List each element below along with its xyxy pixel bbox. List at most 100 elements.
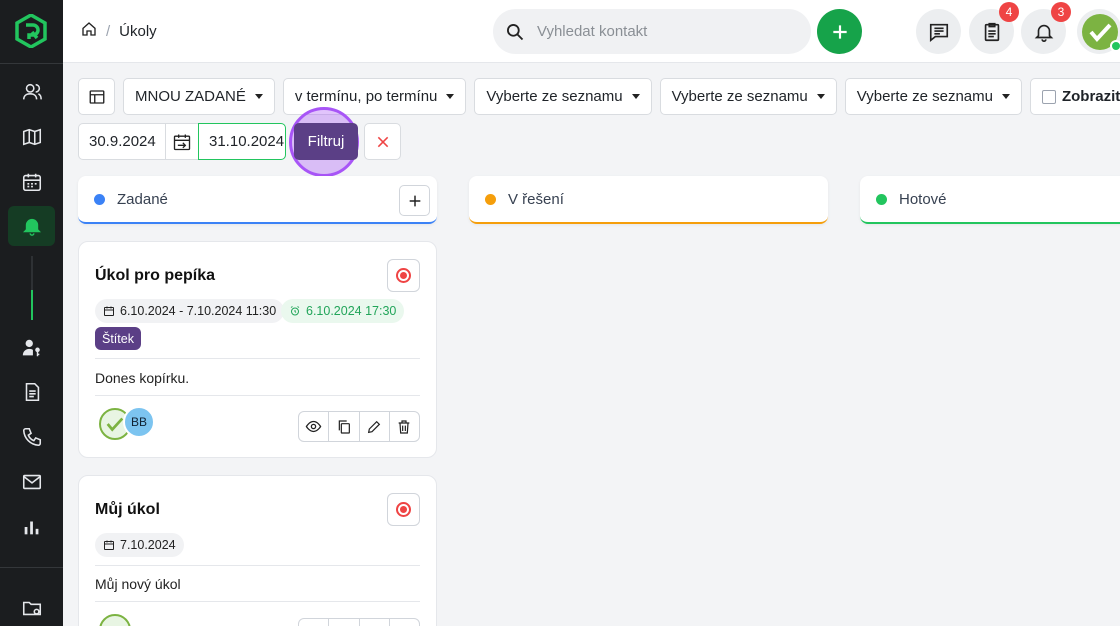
reminder-chip: 6.10.2024 17:30 bbox=[281, 299, 405, 323]
status-dot bbox=[876, 193, 887, 205]
priority-button[interactable] bbox=[387, 493, 420, 526]
sidebar-item-contacts[interactable] bbox=[8, 72, 55, 112]
calendar-icon bbox=[22, 173, 41, 192]
assigned-filter-select[interactable]: MNOU ZADANÉ bbox=[123, 78, 275, 115]
list-filter-select-3[interactable]: Vyberte ze seznamu bbox=[844, 78, 1022, 115]
tasks-button[interactable]: 4 bbox=[969, 2, 1019, 54]
sidebar-item-folders[interactable] bbox=[8, 588, 55, 626]
bar-chart-icon bbox=[24, 521, 38, 535]
filter-button-wrapper: Filtruj bbox=[289, 107, 359, 177]
delete-button[interactable] bbox=[390, 619, 419, 626]
priority-button[interactable] bbox=[387, 259, 420, 292]
home-icon[interactable] bbox=[81, 21, 97, 41]
reminder-date: 6.10.2024 17:30 bbox=[306, 304, 397, 318]
divider bbox=[95, 358, 420, 359]
column-header-in-progress: V řešení bbox=[469, 176, 828, 224]
date-swap-button[interactable] bbox=[166, 123, 198, 160]
bell-icon bbox=[1034, 24, 1053, 42]
sidebar-item-calls[interactable] bbox=[8, 417, 55, 457]
list-filter-value: Vyberte ze seznamu bbox=[856, 88, 993, 105]
task-date-chip: 6.10.2024 - 7.10.2024 11:30 bbox=[95, 299, 285, 323]
task-tag: Štítek bbox=[95, 327, 141, 350]
column-title: V řešení bbox=[508, 190, 564, 208]
show-deleted-checkbox[interactable]: Zobrazit smaz bbox=[1029, 78, 1120, 115]
calendar-arrow-icon bbox=[173, 134, 191, 150]
copy-button[interactable] bbox=[329, 412, 360, 441]
task-title: Můj úkol bbox=[95, 501, 160, 518]
sidebar-item-user-access[interactable] bbox=[8, 328, 55, 368]
plus-icon bbox=[832, 24, 847, 39]
task-card[interactable]: Můj úkol 7.10.2024 Můj nový úkol bbox=[78, 475, 437, 626]
date-range: 30.9.2024 31.10.2024 Filtruj bbox=[78, 107, 401, 177]
task-title: Úkol pro pepíka bbox=[95, 267, 216, 284]
delete-button[interactable] bbox=[390, 412, 419, 441]
task-date: 7.10.2024 bbox=[120, 538, 176, 552]
date-from-input[interactable]: 30.9.2024 bbox=[78, 123, 166, 160]
edit-button[interactable] bbox=[360, 412, 390, 441]
app-logo[interactable] bbox=[15, 12, 47, 50]
pencil-icon bbox=[368, 420, 381, 433]
sidebar-item-reports[interactable] bbox=[8, 507, 55, 547]
user-key-icon bbox=[22, 339, 40, 357]
assignee-avatar: BB bbox=[123, 406, 155, 438]
user-avatar[interactable] bbox=[1077, 9, 1120, 54]
sidebar-submenu-line bbox=[31, 256, 33, 290]
copy-button[interactable] bbox=[329, 619, 360, 626]
chat-icon bbox=[929, 23, 948, 42]
date-to-input[interactable]: 31.10.2024 bbox=[198, 123, 286, 160]
clipboard-icon bbox=[984, 22, 999, 41]
filter-button[interactable]: Filtruj bbox=[294, 123, 358, 160]
sidebar-item-documents[interactable] bbox=[8, 372, 55, 412]
sidebar-item-email[interactable] bbox=[8, 462, 55, 502]
sidebar-item-tasks[interactable] bbox=[8, 206, 55, 246]
plus-icon bbox=[409, 195, 420, 206]
bell-icon bbox=[22, 218, 41, 236]
sidebar-item-calendar[interactable] bbox=[8, 162, 55, 202]
assigned-filter-value: MNOU ZADANÉ bbox=[135, 88, 246, 105]
breadcrumb-separator: / bbox=[106, 22, 111, 40]
messages-button[interactable] bbox=[916, 9, 961, 54]
layout-toggle-button[interactable] bbox=[78, 78, 115, 115]
record-icon bbox=[396, 502, 411, 517]
table-layout-icon bbox=[89, 89, 104, 104]
show-deleted-label: Zobrazit smaz bbox=[1061, 88, 1120, 105]
task-actions bbox=[298, 411, 420, 442]
divider bbox=[95, 395, 420, 396]
task-actions bbox=[298, 618, 420, 626]
sidebar-submenu-active-line bbox=[31, 290, 33, 320]
column-header-assigned: Zadané bbox=[78, 176, 437, 224]
add-button[interactable] bbox=[817, 9, 862, 54]
add-task-button[interactable] bbox=[399, 185, 430, 216]
tasks-badge: 4 bbox=[999, 2, 1019, 22]
divider bbox=[95, 565, 420, 566]
task-description: Můj nový úkol bbox=[95, 576, 181, 592]
notifications-badge: 3 bbox=[1051, 2, 1071, 22]
notifications-button[interactable]: 3 bbox=[1021, 2, 1071, 54]
filter-bar: MNOU ZADANÉ v termínu, po termínu Vybert… bbox=[78, 78, 1120, 115]
chevron-down-icon bbox=[816, 94, 825, 99]
task-card[interactable]: Úkol pro pepíka 6.10.2024 - 7.10.2024 11… bbox=[78, 241, 437, 458]
chevron-down-icon bbox=[631, 94, 640, 99]
trash-icon bbox=[399, 419, 410, 434]
page-title: Úkoly bbox=[119, 22, 157, 40]
view-button[interactable] bbox=[299, 619, 330, 626]
record-icon bbox=[396, 268, 411, 283]
mail-icon bbox=[22, 474, 41, 490]
phone-icon bbox=[22, 427, 41, 447]
list-filter-select-2[interactable]: Vyberte ze seznamu bbox=[659, 78, 837, 115]
view-button[interactable] bbox=[299, 412, 330, 441]
column-header-done: Hotové bbox=[860, 176, 1120, 224]
list-filter-select-1[interactable]: Vyberte ze seznamu bbox=[474, 78, 652, 115]
alarm-icon bbox=[290, 306, 300, 316]
topbar: / Úkoly 4 3 bbox=[63, 0, 1120, 63]
search-box[interactable] bbox=[493, 9, 811, 54]
checkbox[interactable] bbox=[1041, 89, 1056, 104]
sidebar-item-map[interactable] bbox=[8, 117, 55, 157]
online-indicator bbox=[1110, 40, 1120, 52]
edit-button[interactable] bbox=[360, 619, 390, 626]
sidebar-divider bbox=[0, 63, 63, 64]
search-input[interactable] bbox=[537, 23, 777, 40]
clear-filter-button[interactable] bbox=[364, 123, 401, 160]
sidebar-divider bbox=[0, 567, 63, 568]
column-title: Hotové bbox=[899, 190, 947, 208]
